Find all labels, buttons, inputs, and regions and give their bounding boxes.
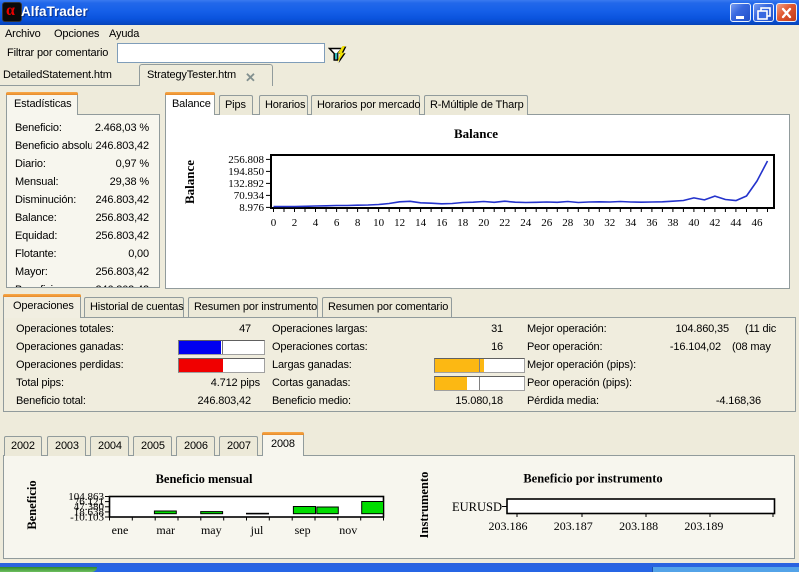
svg-text:203.189: 203.189 — [684, 519, 723, 533]
svg-text:46: 46 — [752, 217, 764, 229]
svg-text:Beneficio mensual: Beneficio mensual — [156, 472, 253, 486]
svg-text:6: 6 — [334, 217, 340, 229]
svg-text:-10.103: -10.103 — [70, 512, 104, 524]
svg-text:4: 4 — [313, 217, 319, 229]
svg-text:44: 44 — [730, 217, 742, 229]
svg-text:38: 38 — [667, 217, 679, 229]
svg-text:32: 32 — [604, 217, 615, 229]
svg-text:20: 20 — [478, 217, 490, 229]
svg-text:12: 12 — [394, 217, 405, 229]
svg-text:203.188: 203.188 — [619, 519, 658, 533]
svg-text:22: 22 — [499, 217, 510, 229]
svg-text:Balance: Balance — [454, 126, 498, 141]
svg-text:42: 42 — [709, 217, 720, 229]
svg-text:Beneficio: Beneficio — [25, 480, 39, 529]
svg-text:132.892: 132.892 — [228, 178, 264, 190]
svg-text:203.187: 203.187 — [554, 519, 593, 533]
svg-text:nov: nov — [339, 523, 357, 537]
svg-text:2: 2 — [292, 217, 298, 229]
svg-text:70.934: 70.934 — [234, 190, 265, 202]
svg-text:mar: mar — [156, 523, 175, 537]
svg-text:8.976: 8.976 — [239, 202, 264, 214]
svg-text:may: may — [201, 523, 222, 537]
svg-text:24: 24 — [520, 217, 532, 229]
svg-text:Beneficio por instrumento: Beneficio por instrumento — [523, 472, 662, 486]
svg-text:26: 26 — [541, 217, 553, 229]
svg-text:jul: jul — [250, 523, 264, 537]
svg-text:8: 8 — [355, 217, 361, 229]
svg-text:203.186: 203.186 — [489, 519, 528, 533]
svg-text:Instrumento: Instrumento — [420, 472, 431, 539]
svg-text:sep: sep — [295, 523, 311, 537]
svg-text:Balance: Balance — [182, 160, 197, 204]
svg-text:256.808: 256.808 — [228, 154, 264, 166]
svg-text:194.850: 194.850 — [228, 166, 264, 178]
svg-text:10: 10 — [373, 217, 385, 229]
svg-text:18: 18 — [457, 217, 469, 229]
svg-text:EURUSD: EURUSD — [452, 500, 502, 514]
svg-text:0: 0 — [271, 217, 277, 229]
svg-text:28: 28 — [562, 217, 574, 229]
svg-text:34: 34 — [625, 217, 637, 229]
svg-text:36: 36 — [646, 217, 658, 229]
svg-text:30: 30 — [583, 217, 595, 229]
svg-text:ene: ene — [112, 523, 129, 537]
svg-text:40: 40 — [688, 217, 700, 229]
svg-text:16: 16 — [436, 217, 448, 229]
svg-text:14: 14 — [415, 217, 427, 229]
